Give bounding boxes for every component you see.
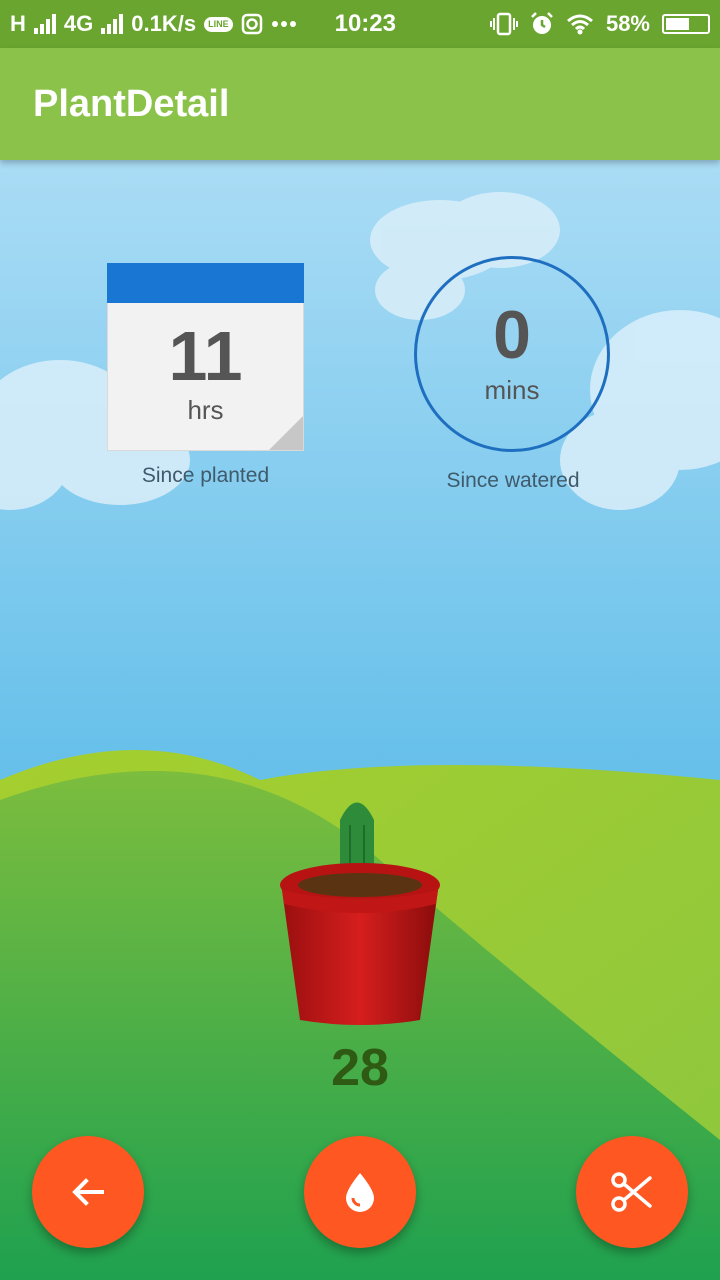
instagram-icon (241, 13, 262, 35)
signal-icon (33, 14, 56, 34)
line-app-icon: LINE (204, 16, 233, 32)
more-dots-icon (271, 21, 296, 27)
page-title: PlantDetail (33, 82, 230, 125)
planted-hours-value: 11 (168, 317, 243, 395)
watered-minutes-unit: mins (484, 375, 540, 405)
status-right: 58% (489, 11, 710, 37)
back-button[interactable] (32, 1136, 144, 1248)
water-drop-icon (346, 1173, 374, 1212)
flower-pot-illustration (280, 863, 440, 1025)
scissors-icon (611, 1172, 652, 1212)
since-watered-label: Since watered (446, 469, 580, 492)
page-curl-icon (269, 416, 303, 450)
app-bar: PlantDetail (0, 48, 720, 160)
status-time: 10:23 (334, 10, 396, 37)
status-left: H 4G 0.1K/s LINE 10:23 (10, 10, 396, 38)
calendar-header (107, 263, 304, 303)
alarm-icon (531, 12, 553, 34)
network-speed: 0.1K/s (131, 11, 197, 36)
network-type-2: 4G (63, 11, 94, 36)
status-bar: H 4G 0.1K/s LINE 10:23 58% (0, 0, 720, 48)
vibrate-icon (489, 12, 518, 36)
water-button[interactable] (304, 1136, 416, 1248)
planted-calendar-card: 11 hrs (107, 263, 304, 451)
watered-minutes-value: 0 (493, 297, 531, 373)
watered-timer-ring: 0 mins (414, 256, 610, 452)
network-type: H (10, 11, 26, 36)
battery-percent: 58% (605, 11, 650, 36)
signal-icon-2 (101, 14, 124, 34)
calendar-body: 11 hrs (107, 303, 304, 451)
battery-icon (662, 14, 710, 34)
since-planted-label: Since planted (141, 464, 270, 487)
arrow-back-icon (72, 1178, 104, 1206)
wifi-icon (566, 14, 593, 35)
plant-count: 28 (331, 1039, 389, 1097)
battery-fill (666, 18, 689, 30)
prune-button[interactable] (576, 1136, 688, 1248)
